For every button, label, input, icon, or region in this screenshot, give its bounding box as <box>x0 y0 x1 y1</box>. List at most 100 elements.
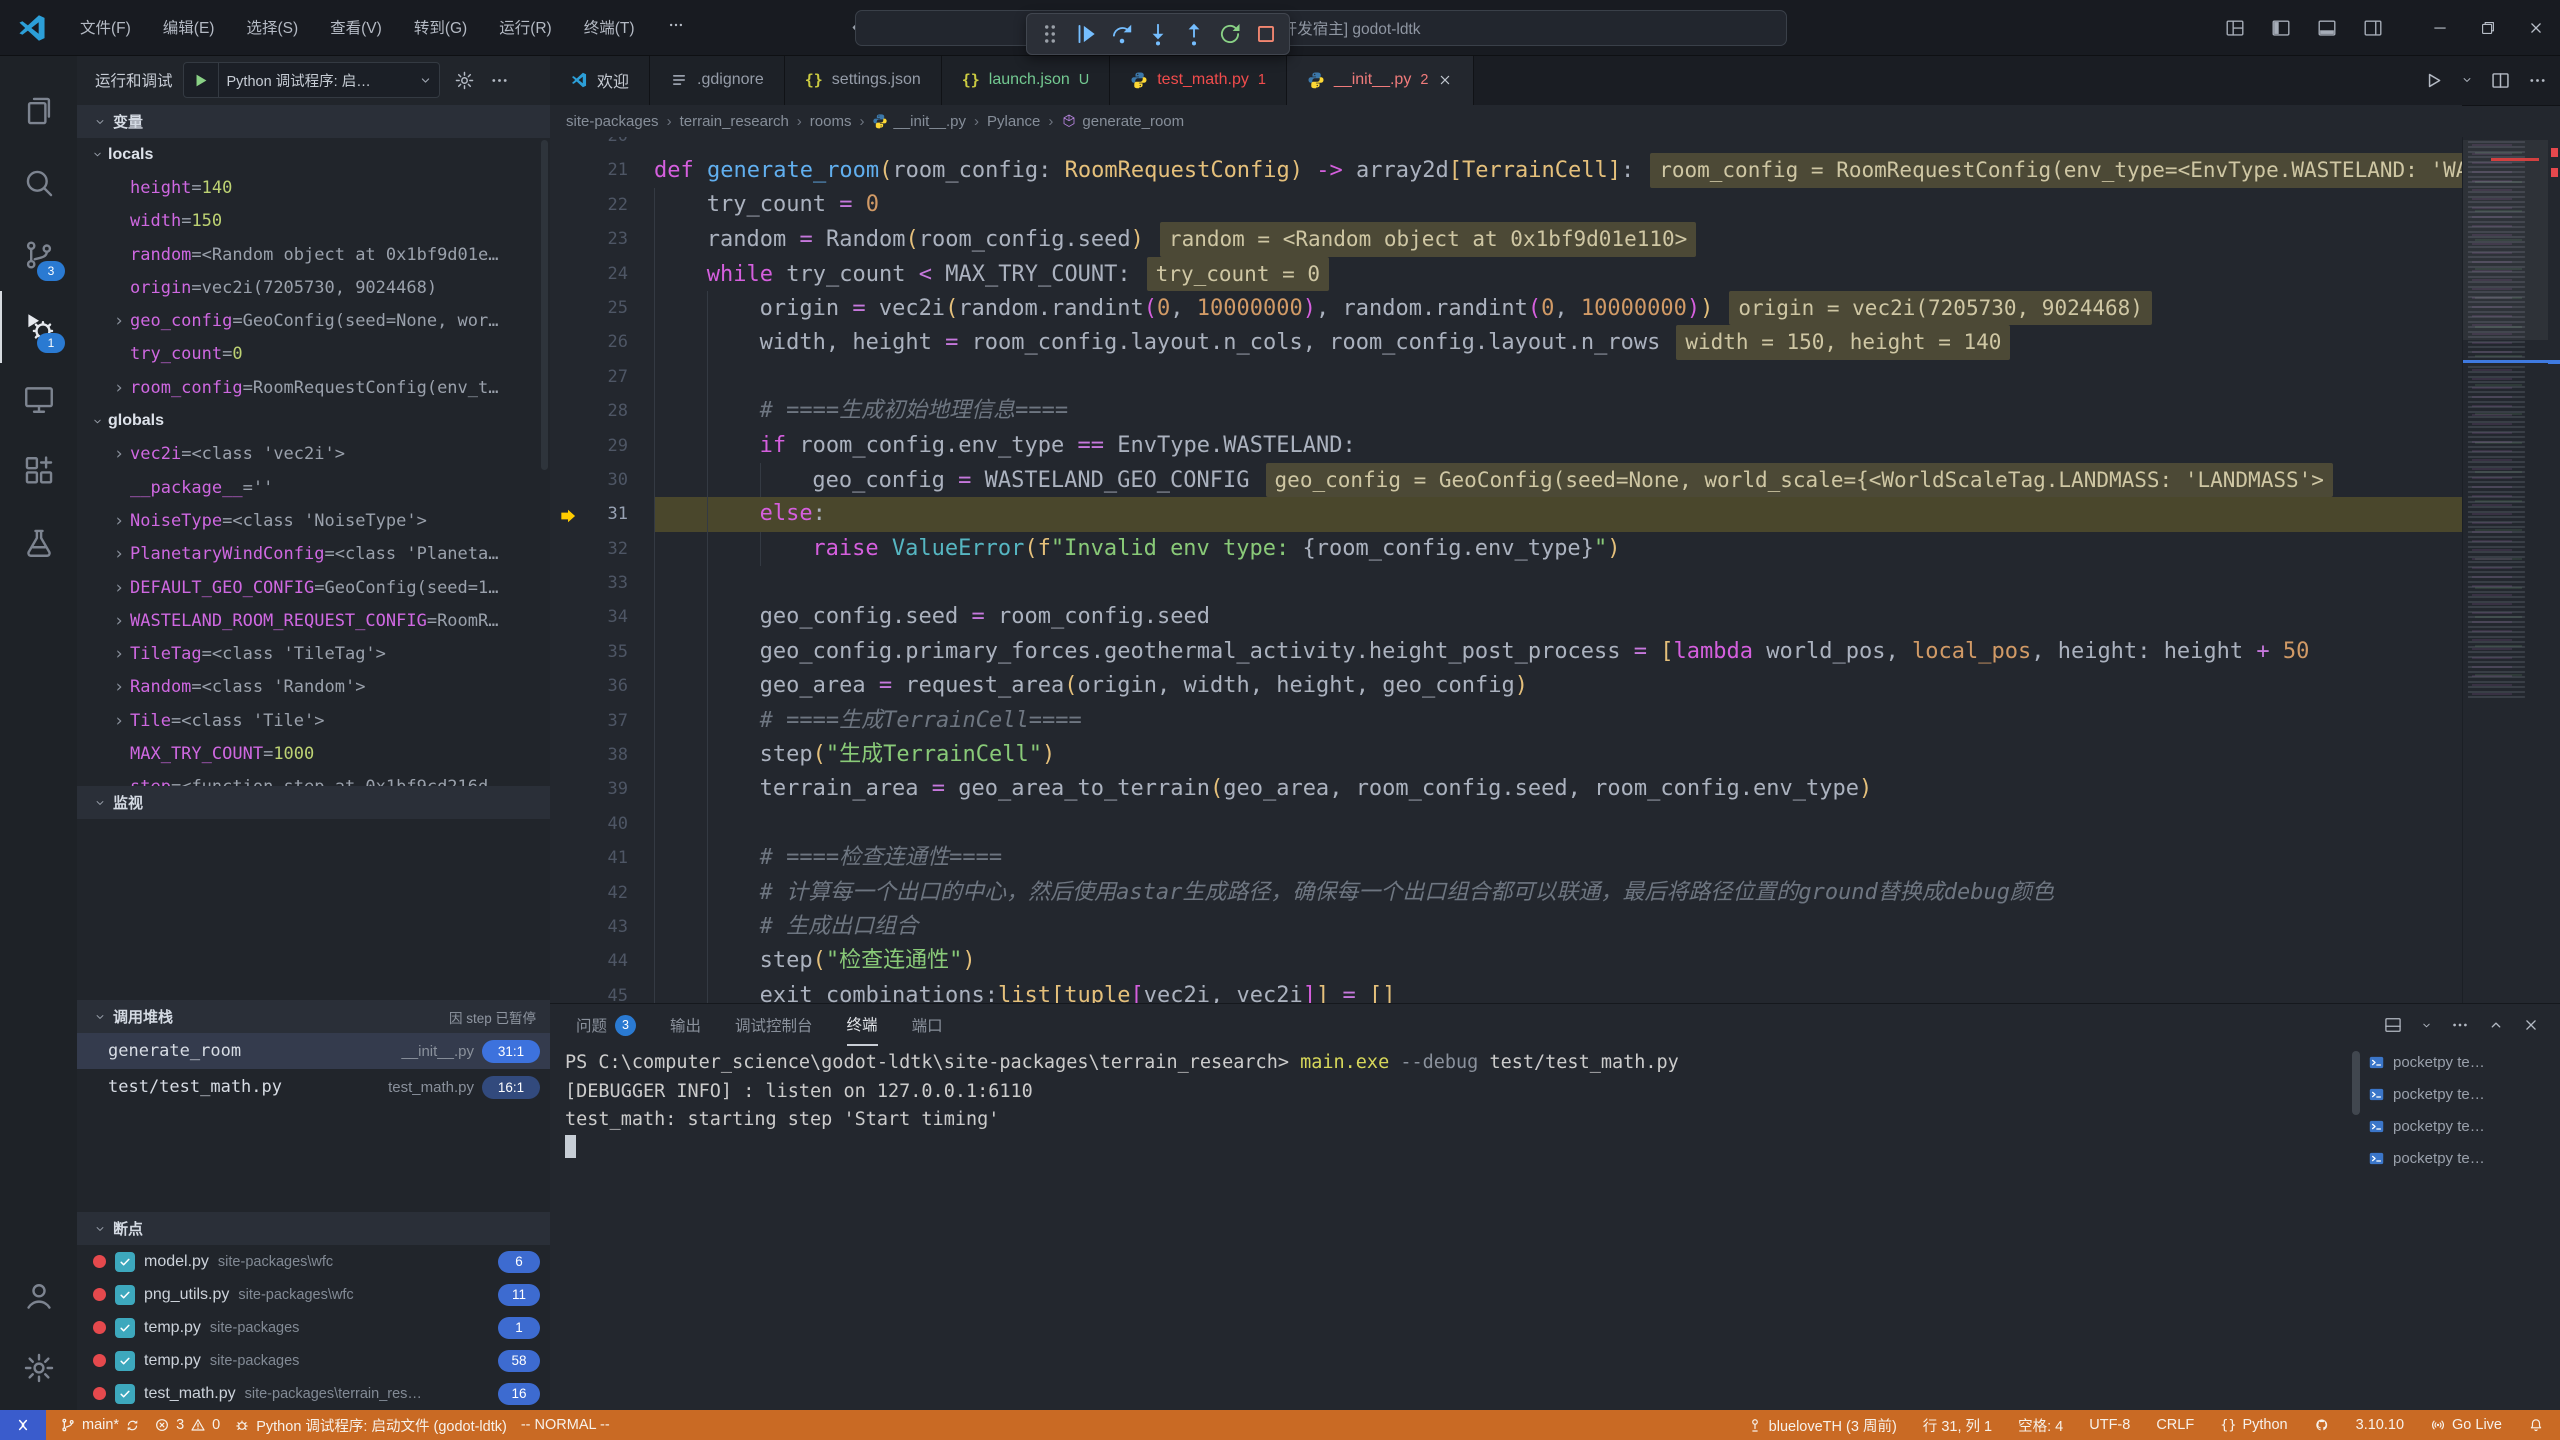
activity-explorer[interactable] <box>0 75 77 147</box>
menu-overflow-icon[interactable] <box>653 12 699 43</box>
menu-运行(R)[interactable]: 运行(R) <box>485 12 566 43</box>
variable-row[interactable]: height = 140 <box>77 171 550 204</box>
activity-remote-explorer[interactable] <box>0 363 77 435</box>
github-status[interactable] <box>2314 1417 2330 1433</box>
python-version[interactable]: 3.10.10 <box>2356 1417 2404 1433</box>
terminal-instance[interactable]: pocketpy te… <box>2362 1110 2552 1142</box>
callstack-frame[interactable]: test/test_math.pytest_math.py16:1 <box>77 1069 550 1105</box>
variables-scope-locals[interactable]: locals <box>77 138 550 171</box>
maximize-restore-button[interactable] <box>2464 0 2512 55</box>
debug-settings-gear-icon[interactable] <box>454 70 475 91</box>
minimap-slider[interactable] <box>2463 140 2549 340</box>
variable-row[interactable]: ›geo_config = GeoConfig(seed=None, wor… <box>77 304 550 337</box>
breakpoint-checkbox[interactable] <box>115 1285 135 1305</box>
variable-row[interactable]: try_count = 0 <box>77 338 550 371</box>
panel-more-actions-icon[interactable] <box>2450 1015 2470 1035</box>
terminal-instance[interactable]: pocketpy te… <box>2362 1142 2552 1174</box>
menu-文件(F)[interactable]: 文件(F) <box>66 12 145 43</box>
terminal-scrollbar[interactable] <box>2352 1051 2360 1115</box>
language-mode[interactable]: {}Python <box>2220 1417 2287 1433</box>
vim-mode-status[interactable]: -- NORMAL -- <box>521 1417 610 1433</box>
debug-status[interactable]: Python 调试程序: 启动文件 (godot-ldtk) <box>234 1415 507 1436</box>
variable-row[interactable]: width = 150 <box>77 205 550 238</box>
panel-layout-chevron-icon[interactable] <box>2420 1019 2433 1032</box>
variable-row[interactable]: ›Tile = <class 'Tile'> <box>77 704 550 737</box>
toggle-sidebar-icon[interactable] <box>2270 17 2292 39</box>
tab-test_math.py[interactable]: test_math.py1 <box>1110 55 1287 105</box>
variable-row[interactable]: random = <Random object at 0x1bf9d01e… <box>77 238 550 271</box>
step-over-button[interactable] <box>1105 18 1139 50</box>
go-live[interactable]: Go Live <box>2430 1417 2502 1433</box>
breakpoint-checkbox[interactable] <box>115 1252 135 1272</box>
start-debug-icon[interactable] <box>184 63 219 97</box>
variables-scope-globals[interactable]: globals <box>77 404 550 437</box>
breakpoint-row[interactable]: test_math.pysite-packages\terrain_res…16 <box>77 1377 550 1410</box>
menu-转到(G)[interactable]: 转到(G) <box>400 12 481 43</box>
step-into-button[interactable] <box>1141 18 1175 50</box>
breadcrumb-item[interactable]: site-packages <box>566 113 659 130</box>
menu-终端(T)[interactable]: 终端(T) <box>570 12 649 43</box>
breakpoint-row[interactable]: temp.pysite-packages1 <box>77 1311 550 1344</box>
command-center-search[interactable]: [扩展开发宿主] godot-ldtk <box>855 10 1787 46</box>
minimize-button[interactable] <box>2416 0 2464 55</box>
encoding[interactable]: UTF-8 <box>2089 1417 2130 1433</box>
panel-tab-问题[interactable]: 问题3 <box>576 1004 636 1046</box>
breadcrumb-item[interactable]: terrain_research <box>680 113 789 130</box>
terminal-instance[interactable]: pocketpy te… <box>2362 1078 2552 1110</box>
problems-status[interactable]: 30 <box>154 1417 220 1433</box>
variables-section-header[interactable]: 变量 <box>77 105 550 138</box>
menu-选择(S)[interactable]: 选择(S) <box>232 12 312 43</box>
cursor-position[interactable]: 行 31, 列 1 <box>1923 1415 1992 1436</box>
indentation[interactable]: 空格: 4 <box>2018 1415 2063 1436</box>
overview-ruler[interactable] <box>2548 137 2560 1003</box>
activity-testing[interactable] <box>0 507 77 579</box>
panel-tab-终端[interactable]: 终端 <box>847 1004 878 1046</box>
variable-row[interactable]: ›room_config = RoomRequestConfig(env_t… <box>77 371 550 404</box>
close-panel-icon[interactable] <box>2522 1016 2540 1034</box>
breakpoint-checkbox[interactable] <box>115 1384 135 1404</box>
panel-tab-端口[interactable]: 端口 <box>912 1004 943 1046</box>
callstack-frame[interactable]: generate_room__init__.py31:1 <box>77 1033 550 1069</box>
continue-button[interactable] <box>1069 18 1103 50</box>
toggle-secondary-sidebar-icon[interactable] <box>2362 17 2384 39</box>
variable-row[interactable]: ›vec2i = <class 'vec2i'> <box>77 438 550 471</box>
restart-button[interactable] <box>1213 18 1247 50</box>
activity-search[interactable] <box>0 147 77 219</box>
run-python-file-icon[interactable] <box>2423 70 2444 91</box>
activity-run-and-debug[interactable]: 1 <box>0 291 77 363</box>
panel-tab-输出[interactable]: 输出 <box>670 1004 701 1046</box>
breakpoint-row[interactable]: png_utils.pysite-packages\wfc11 <box>77 1278 550 1311</box>
breakpoint-checkbox[interactable] <box>115 1318 135 1338</box>
remote-indicator[interactable] <box>0 1410 46 1440</box>
variable-row[interactable]: ›PlanetaryWindConfig = <class 'Planeta… <box>77 538 550 571</box>
tab-settings.json[interactable]: {}settings.json <box>785 55 942 105</box>
debug-more-actions-icon[interactable] <box>489 70 510 91</box>
panel-tab-调试控制台[interactable]: 调试控制台 <box>735 1004 813 1046</box>
callstack-section-header[interactable]: 调用堆栈 因 step 已暂停 <box>77 1000 550 1033</box>
git-branch-status[interactable]: main* <box>60 1417 140 1433</box>
gitlens-author[interactable]: blueloveTH (3 周前) <box>1747 1415 1897 1436</box>
variable-row[interactable]: ›TileTag = <class 'TileTag'> <box>77 637 550 670</box>
split-editor-icon[interactable] <box>2490 70 2511 91</box>
tab-close-icon[interactable] <box>1437 72 1453 88</box>
breadcrumb-item[interactable]: rooms <box>810 113 852 130</box>
step-out-button[interactable] <box>1177 18 1211 50</box>
tab-欢迎[interactable]: 欢迎 <box>550 55 650 105</box>
tab-launch.json[interactable]: {}launch.jsonU <box>942 55 1111 105</box>
variable-row[interactable]: step = <function step at 0x1bf9cd216d <box>77 771 550 786</box>
panel-layout-icon[interactable] <box>2383 1015 2403 1035</box>
breakpoints-section-header[interactable]: 断点 <box>77 1212 550 1245</box>
run-dropdown-chevron-icon[interactable] <box>2460 73 2474 87</box>
watch-section-header[interactable]: 监视 <box>77 786 550 819</box>
breakpoint-row[interactable]: temp.pysite-packages58 <box>77 1344 550 1377</box>
tab-.gdignore[interactable]: .gdignore <box>650 55 785 105</box>
stop-button[interactable] <box>1249 18 1283 50</box>
code-editor[interactable]: 2021def generate_room(room_config: RoomR… <box>550 137 2560 1003</box>
menu-查看(V)[interactable]: 查看(V) <box>316 12 396 43</box>
activity-extensions[interactable] <box>0 435 77 507</box>
breakpoint-row[interactable]: model.pysite-packages\wfc6 <box>77 1245 550 1278</box>
activity-accounts[interactable] <box>0 1260 77 1332</box>
activity-source-control[interactable]: 3 <box>0 219 77 291</box>
variable-row[interactable]: ›Random = <class 'Random'> <box>77 671 550 704</box>
editor-more-actions-icon[interactable] <box>2527 70 2548 91</box>
